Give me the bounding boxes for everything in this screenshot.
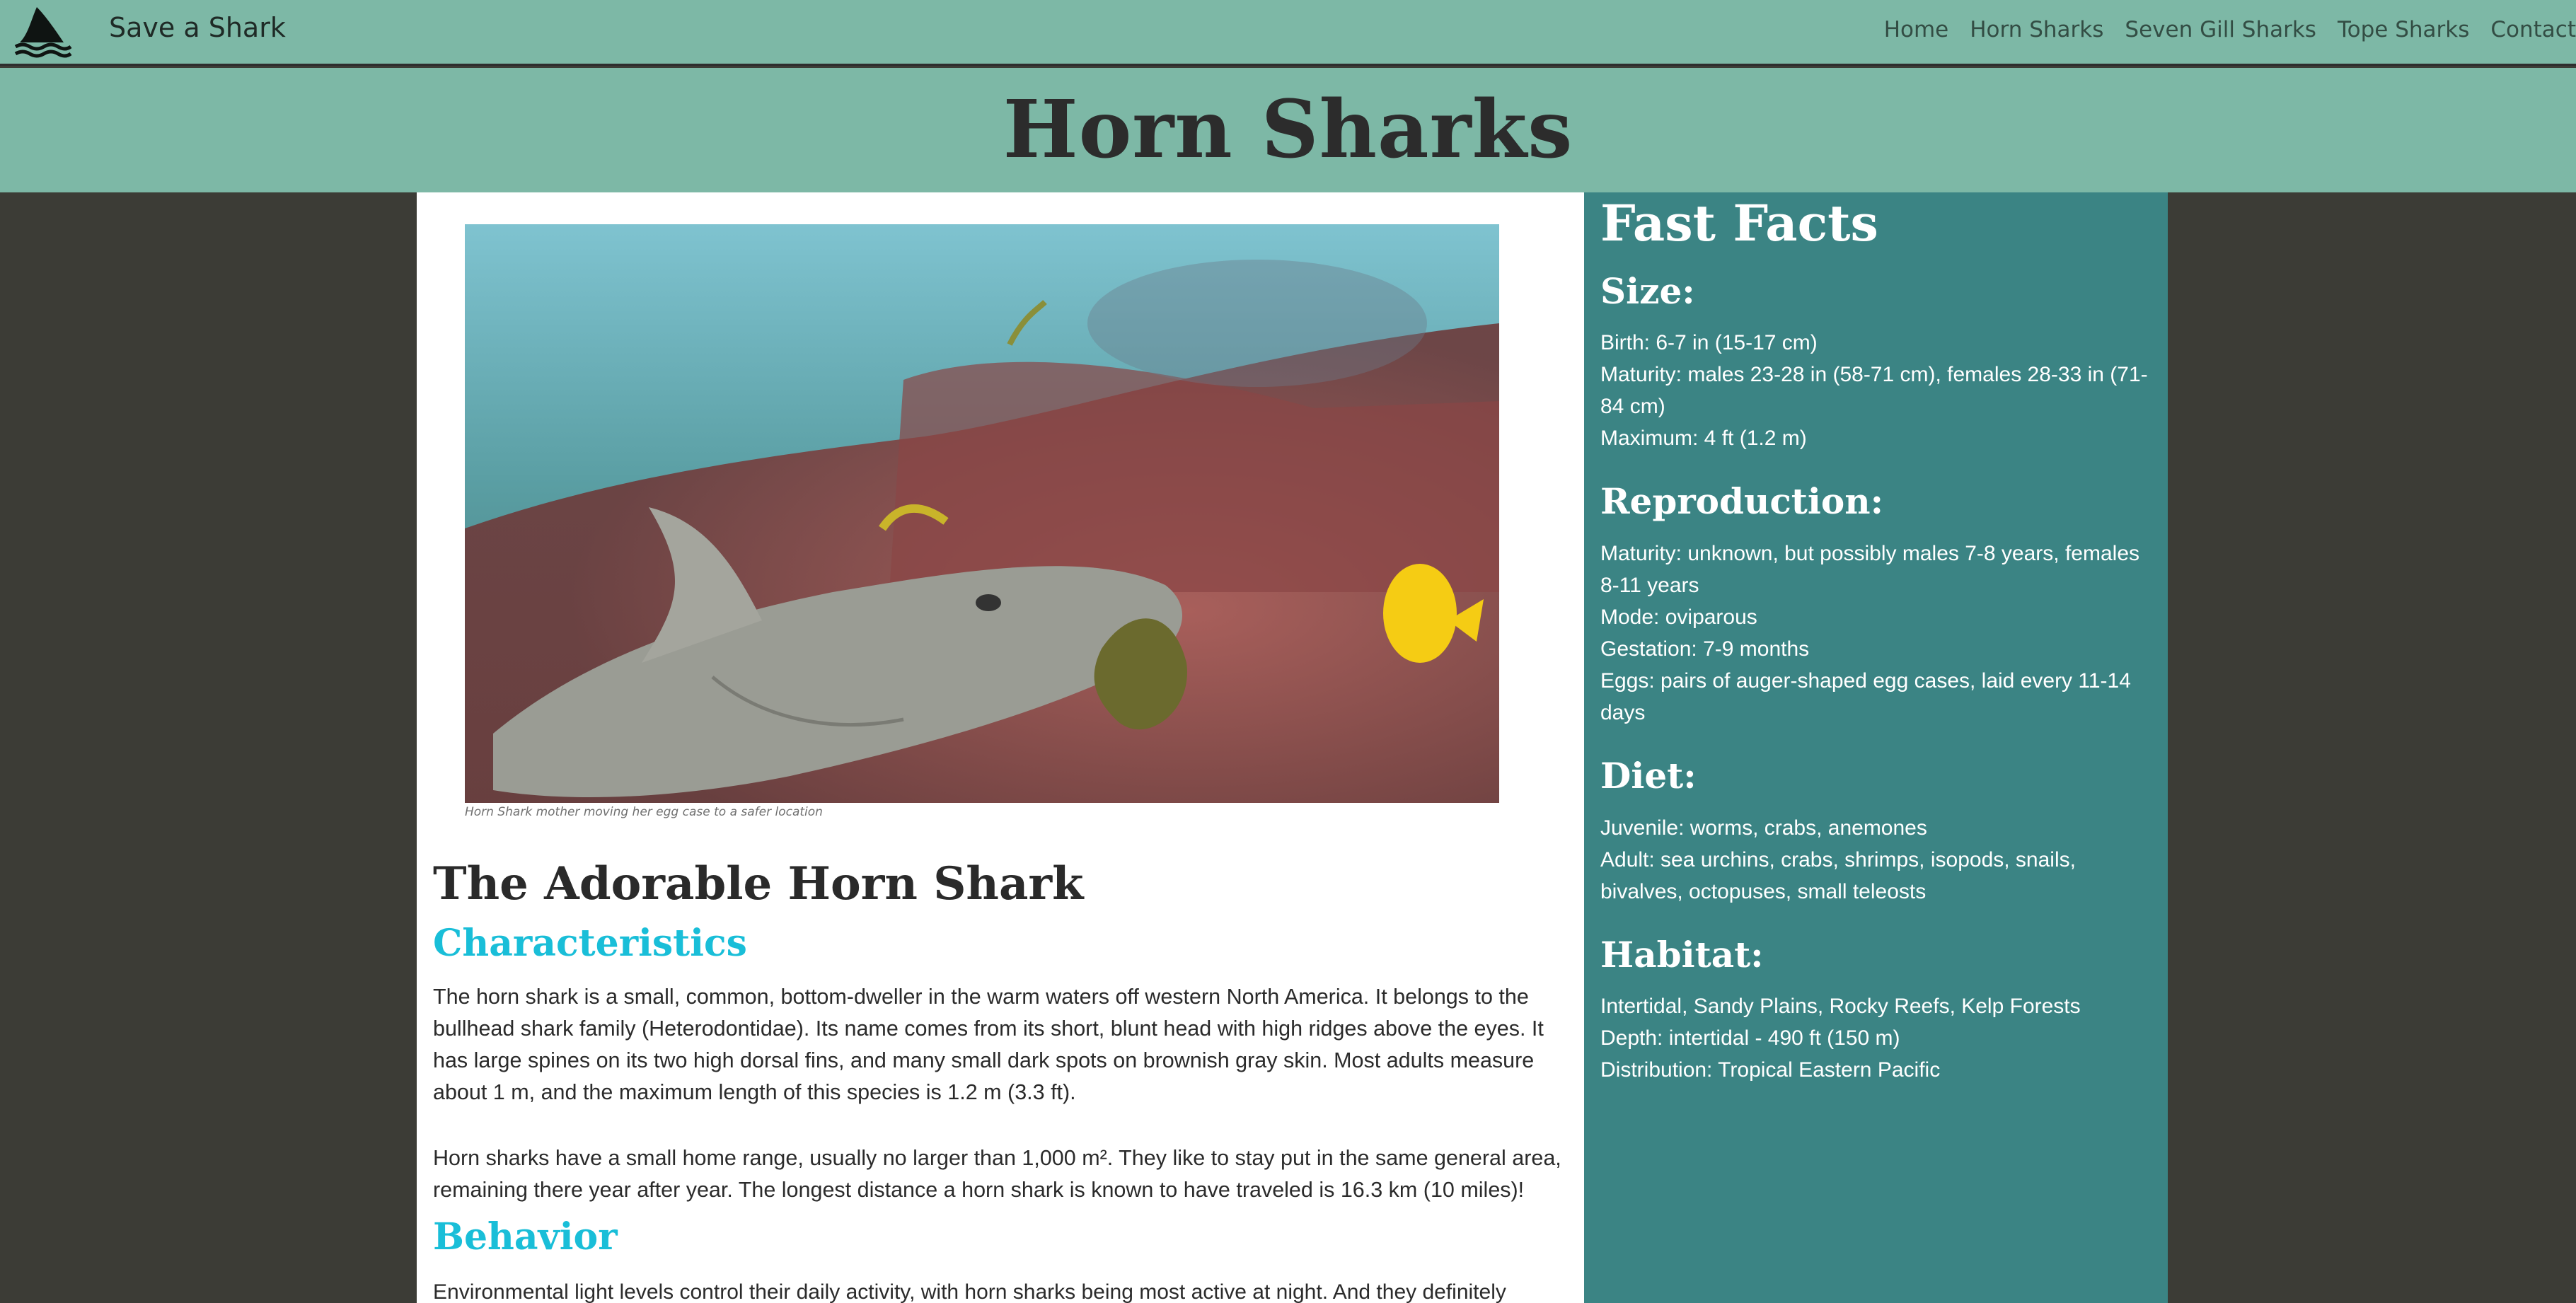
section-title-characteristics: Characteristics <box>433 922 747 965</box>
shark-fin-logo-icon[interactable] <box>13 6 74 59</box>
facts-title-diet: Diet: <box>1600 755 1697 797</box>
facts-list-reproduction: Maturity: unknown, but possibly males 7-… <box>1600 538 2159 729</box>
nav-link-horn-sharks[interactable]: Horn Sharks <box>1970 17 2103 42</box>
fact-line: Birth: 6-7 in (15-17 cm) <box>1600 331 1818 354</box>
nav-link-contact[interactable]: Contact <box>2490 17 2576 42</box>
characteristics-paragraph-2: Horn sharks have a small home range, usu… <box>433 1146 1561 1202</box>
facts-list-diet: Juvenile: worms, crabs, anemones Adult: … <box>1600 812 2159 908</box>
fact-line: Depth: intertidal - 490 ft (150 m) <box>1600 1026 1900 1050</box>
nav-link-tope-sharks[interactable]: Tope Sharks <box>2338 17 2469 42</box>
fact-line: Eggs: pairs of auger-shaped egg cases, l… <box>1600 669 2131 724</box>
section-title-behavior: Behavior <box>433 1215 618 1258</box>
fact-line: Intertidal, Sandy Plains, Rocky Reefs, K… <box>1600 995 2081 1018</box>
image-caption: Horn Shark mother moving her egg case to… <box>465 805 823 819</box>
nav-link-seven-gill-sharks[interactable]: Seven Gill Sharks <box>2125 17 2316 42</box>
facts-title-size: Size: <box>1600 270 1695 312</box>
fact-line: Maximum: 4 ft (1.2 m) <box>1600 427 1807 450</box>
facts-title-reproduction: Reproduction: <box>1600 480 1884 522</box>
fact-line: Distribution: Tropical Eastern Pacific <box>1600 1058 1941 1082</box>
main-content: Horn Shark mother moving her egg case to… <box>417 192 1584 1303</box>
facts-list-size: Birth: 6-7 in (15-17 cm) Maturity: males… <box>1600 327 2159 454</box>
fact-line: Mode: oviparous <box>1600 606 1757 629</box>
navbar: Save a Shark Home Horn Sharks Seven Gill… <box>0 0 2576 66</box>
page-title: Horn Sharks <box>1003 83 1573 176</box>
nav-links: Home Horn Sharks Seven Gill Sharks Tope … <box>1863 17 2576 42</box>
fast-facts-sidebar: Fast Facts Size: Birth: 6-7 in (15-17 cm… <box>1584 192 2168 1303</box>
horn-shark-photo <box>465 224 1499 803</box>
fact-line: Adult: sea urchins, crabs, shrimps, isop… <box>1600 848 2076 903</box>
fact-line: Maturity: unknown, but possibly males 7-… <box>1600 542 2139 597</box>
fast-facts-title: Fast Facts <box>1600 194 1878 253</box>
characteristics-paragraph-1: The horn shark is a small, common, botto… <box>433 985 1544 1104</box>
facts-title-habitat: Habitat: <box>1600 934 1764 975</box>
fact-line: Maturity: males 23-28 in (58-71 cm), fem… <box>1600 363 2148 418</box>
site-brand-link[interactable]: Save a Shark <box>109 12 286 43</box>
page-banner: Horn Sharks <box>0 68 2576 192</box>
facts-list-habitat: Intertidal, Sandy Plains, Rocky Reefs, K… <box>1600 990 2159 1086</box>
article-heading: The Adorable Horn Shark <box>433 857 1084 910</box>
fact-line: Juvenile: worms, crabs, anemones <box>1600 816 1927 840</box>
nav-link-home[interactable]: Home <box>1884 17 1949 42</box>
fact-line: Gestation: 7-9 months <box>1600 637 1810 661</box>
behavior-paragraph-1: Environmental light levels control their… <box>433 1280 1506 1303</box>
